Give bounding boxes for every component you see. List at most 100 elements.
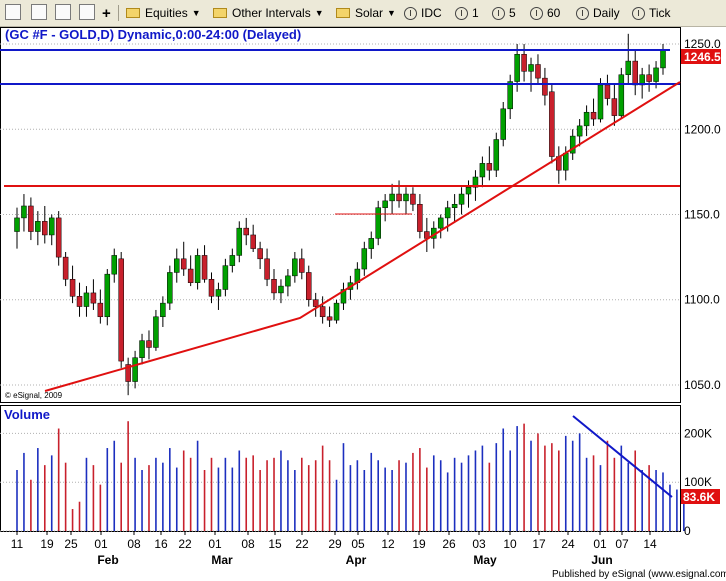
candle-body xyxy=(465,186,472,195)
candle-body xyxy=(14,217,20,232)
interval-60-button[interactable]: I 60 xyxy=(530,4,560,22)
candle-body xyxy=(305,272,312,300)
candle-body xyxy=(201,255,208,280)
toolbar-properties-icon[interactable] xyxy=(79,4,95,20)
candle-body xyxy=(535,64,541,79)
x-tick-label: 16 xyxy=(154,537,168,551)
candle-body xyxy=(132,357,138,382)
candle-body xyxy=(83,292,90,307)
candle-body xyxy=(236,227,243,256)
last-volume: 83.6K xyxy=(683,490,715,504)
candle-body xyxy=(111,255,117,275)
y-tick-label: 1100.0 xyxy=(684,293,720,307)
candle-body xyxy=(76,296,83,307)
candle-body xyxy=(167,272,173,304)
month-label: Apr xyxy=(346,553,367,567)
candle-body xyxy=(479,163,486,178)
x-tick-label: 01 xyxy=(94,537,108,551)
candle-body xyxy=(486,163,493,171)
folder-icon xyxy=(213,8,227,18)
candle-body xyxy=(174,258,180,273)
x-tick-label: 05 xyxy=(351,537,365,551)
dropdown-arrow-icon: ▼ xyxy=(191,8,201,18)
candle-body xyxy=(264,258,270,280)
month-label: May xyxy=(473,553,497,567)
tick-button[interactable]: I Tick xyxy=(632,4,671,22)
price-chart[interactable]: 1050.0 1100.0 1150.0 1200.0 1250.0 0 100K 200K 1… xyxy=(0,27,726,581)
toolbar-cursor-icon[interactable] xyxy=(55,4,71,20)
volume-tick-label: 100K xyxy=(684,475,712,489)
candle-body xyxy=(444,207,451,219)
y-tick-label: 1200.0 xyxy=(684,122,721,136)
candle-body xyxy=(285,275,291,287)
candle-body xyxy=(361,248,368,270)
candle-body xyxy=(542,77,548,96)
y-tick-label: 1050.0 xyxy=(684,378,721,392)
x-tick-label: 17 xyxy=(532,537,546,551)
candle-body xyxy=(493,139,500,171)
x-tick-label: 12 xyxy=(381,537,395,551)
candle-body xyxy=(21,205,27,219)
candle-body xyxy=(590,111,597,120)
candle-body xyxy=(597,84,604,120)
toolbar-chart-icon[interactable] xyxy=(31,4,47,20)
info-circle-icon: I xyxy=(632,6,645,20)
idc-button[interactable]: I IDC xyxy=(404,4,442,22)
candle-body xyxy=(257,248,263,260)
info-circle-icon: I xyxy=(492,6,505,20)
volume-panel xyxy=(0,405,681,532)
candle-body xyxy=(62,256,69,280)
candle-body xyxy=(646,74,652,82)
candle-body xyxy=(604,84,611,99)
candle-body xyxy=(521,54,527,72)
candle-body xyxy=(618,74,625,116)
other-intervals-dropdown[interactable]: Other Intervals ▼ xyxy=(213,4,324,22)
candle-body xyxy=(243,227,249,236)
candle-body xyxy=(146,340,152,348)
volume-tick-label: 200K xyxy=(684,426,712,440)
solar-dropdown[interactable]: Solar ▼ xyxy=(336,4,396,22)
candle-body xyxy=(222,265,229,290)
x-tick-label: 19 xyxy=(412,537,426,551)
daily-button[interactable]: I Daily xyxy=(576,4,620,22)
toolbar-add-icon[interactable]: + xyxy=(102,4,111,22)
candle-body xyxy=(375,207,381,239)
candle-body xyxy=(271,279,277,294)
candle-body xyxy=(312,299,319,307)
toolbar-separator xyxy=(118,5,119,21)
month-label: Mar xyxy=(211,553,233,567)
dropdown-arrow-icon: ▼ xyxy=(387,8,396,18)
candle-body xyxy=(160,302,166,318)
last-price: 1246.5 xyxy=(684,50,721,64)
candle-body xyxy=(632,60,638,86)
candle-body xyxy=(583,111,590,127)
candle-body xyxy=(118,258,124,362)
candle-body xyxy=(42,221,48,236)
x-tick-label: 25 xyxy=(64,537,78,551)
interval-1-button[interactable]: I1 xyxy=(455,4,479,22)
candle-body xyxy=(458,193,465,205)
info-circle-icon: I xyxy=(455,6,468,20)
x-tick-label: 22 xyxy=(178,537,192,551)
candle-body xyxy=(319,306,326,318)
y-tick-label: 1150.0 xyxy=(684,208,720,222)
interval-5-button[interactable]: I5 xyxy=(492,4,516,22)
candle-body xyxy=(389,193,395,202)
candle-body xyxy=(35,221,41,232)
x-tick-label: 07 xyxy=(615,537,629,551)
volume-label: Volume xyxy=(4,407,50,422)
x-tick-label: 01 xyxy=(208,537,222,551)
candle-body xyxy=(215,289,222,297)
toolbar-tool-icon[interactable] xyxy=(5,4,21,20)
candle-body xyxy=(208,279,215,297)
x-tick-label: 19 xyxy=(40,537,54,551)
candle-body xyxy=(90,292,97,304)
candle-body xyxy=(69,279,76,297)
candle-body xyxy=(299,258,305,273)
candle-body xyxy=(97,302,104,318)
info-circle-icon: I xyxy=(530,6,543,20)
candle-body xyxy=(292,258,298,277)
candle-body xyxy=(528,64,534,72)
equities-dropdown[interactable]: Equities ▼ xyxy=(126,4,201,22)
x-tick-label: 03 xyxy=(472,537,486,551)
